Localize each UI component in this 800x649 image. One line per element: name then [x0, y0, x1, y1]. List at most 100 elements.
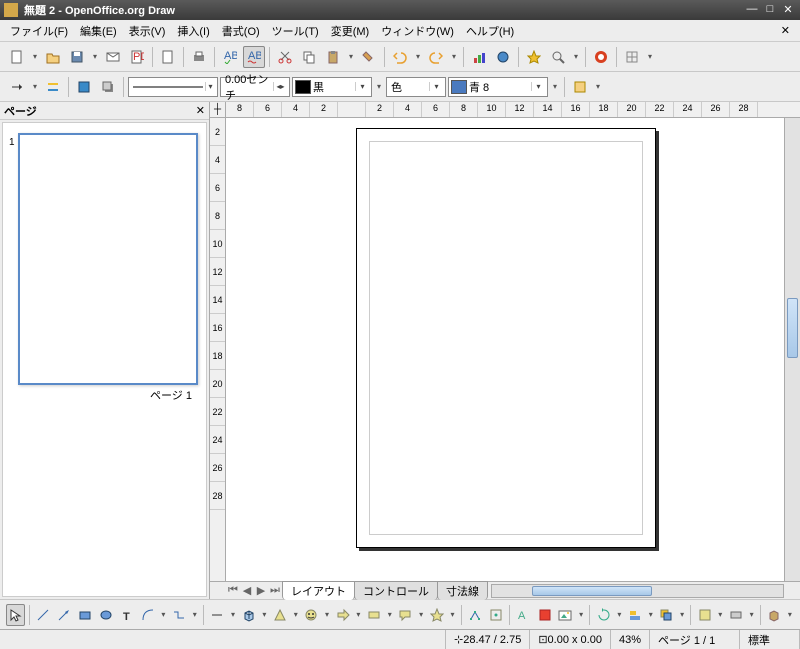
block-arrows-dropdown[interactable]: ▾	[354, 610, 362, 619]
navigator-button[interactable]	[523, 46, 545, 68]
drawing-canvas[interactable]	[226, 118, 784, 581]
spellcheck-button[interactable]: ABC	[219, 46, 241, 68]
text-tool[interactable]: T	[117, 604, 136, 626]
controls-button[interactable]	[727, 604, 746, 626]
stars-dropdown[interactable]: ▾	[448, 610, 456, 619]
3d-tool[interactable]	[239, 604, 258, 626]
zoom-button[interactable]	[547, 46, 569, 68]
email-button[interactable]	[102, 46, 124, 68]
print-button[interactable]	[188, 46, 210, 68]
gallery-dropdown[interactable]: ▾	[577, 610, 585, 619]
pdf-export-button[interactable]: PDF	[126, 46, 148, 68]
extrusion-tool[interactable]	[765, 604, 784, 626]
copy-button[interactable]	[298, 46, 320, 68]
chevron-down-icon[interactable]: ▾	[531, 82, 545, 91]
arrange-dropdown[interactable]: ▾	[678, 610, 686, 619]
flowchart-tool[interactable]	[365, 604, 384, 626]
save-button[interactable]	[66, 46, 88, 68]
flowchart-dropdown[interactable]: ▾	[386, 610, 394, 619]
tab-next-icon[interactable]: ▶	[254, 584, 268, 597]
status-zoom[interactable]: 43%	[611, 630, 650, 649]
status-mode[interactable]: 標準	[740, 630, 800, 649]
panel-close-icon[interactable]: ✕	[196, 104, 205, 117]
line-style-button[interactable]	[42, 76, 64, 98]
save-dropdown[interactable]: ▾	[90, 52, 100, 61]
zoom-dropdown[interactable]: ▾	[571, 52, 581, 61]
styles-button[interactable]	[569, 76, 591, 98]
format-paintbrush-button[interactable]	[358, 46, 380, 68]
menu-edit[interactable]: 編集(E)	[74, 21, 123, 41]
connector-tool[interactable]	[170, 604, 189, 626]
stars-tool[interactable]	[427, 604, 446, 626]
fill-style-button[interactable]	[73, 76, 95, 98]
connector-dropdown[interactable]: ▾	[191, 610, 199, 619]
grid-button[interactable]	[621, 46, 643, 68]
chevron-down-icon[interactable]: ▾	[355, 82, 369, 91]
controls-dropdown[interactable]: ▾	[747, 610, 755, 619]
from-file-tool[interactable]	[535, 604, 554, 626]
menu-window[interactable]: ウィンドウ(W)	[375, 21, 460, 41]
gluepoints-tool[interactable]	[486, 604, 505, 626]
arrow-style-button[interactable]	[6, 76, 28, 98]
horizontal-scrollbar[interactable]	[491, 584, 784, 598]
rectangle-tool[interactable]	[76, 604, 95, 626]
hyperlink-button[interactable]	[492, 46, 514, 68]
new-button[interactable]	[6, 46, 28, 68]
menu-help[interactable]: ヘルプ(H)	[460, 21, 520, 41]
insert-dropdown[interactable]: ▾	[716, 610, 724, 619]
symbol-shapes-tool[interactable]	[302, 604, 321, 626]
tab-first-icon[interactable]: ⏮	[226, 584, 240, 597]
chart-button[interactable]	[468, 46, 490, 68]
ruler-corner[interactable]: ┼	[210, 102, 226, 117]
line-width-combo[interactable]: 0.00センチ ◂▸	[220, 77, 290, 97]
align-dropdown[interactable]: ▾	[647, 610, 655, 619]
callouts-dropdown[interactable]: ▾	[417, 610, 425, 619]
close-button[interactable]: ✕	[780, 3, 796, 17]
new-dropdown[interactable]: ▾	[30, 52, 40, 61]
menubar-close-icon[interactable]: ✕	[775, 24, 796, 37]
tab-controls[interactable]: コントロール	[354, 581, 438, 600]
fill-type-combo[interactable]: 色 ▾	[386, 77, 446, 97]
redo-dropdown[interactable]: ▾	[449, 52, 459, 61]
maximize-button[interactable]: □	[762, 3, 778, 17]
open-button[interactable]	[42, 46, 64, 68]
3d-dropdown[interactable]: ▾	[260, 610, 268, 619]
undo-dropdown[interactable]: ▾	[413, 52, 423, 61]
tab-last-icon[interactable]: ⏭	[268, 584, 282, 597]
symbol-dropdown[interactable]: ▾	[323, 610, 331, 619]
page-thumbnail[interactable]	[18, 133, 198, 385]
line-tool[interactable]	[34, 604, 53, 626]
vertical-scrollbar[interactable]	[784, 118, 800, 581]
paste-button[interactable]	[322, 46, 344, 68]
menu-format[interactable]: 書式(O)	[216, 21, 266, 41]
chevron-down-icon[interactable]: ▾	[205, 82, 215, 91]
cut-button[interactable]	[274, 46, 296, 68]
menu-tools[interactable]: ツール(T)	[266, 21, 325, 41]
insert-button[interactable]	[695, 604, 714, 626]
minimize-button[interactable]: —	[744, 3, 760, 17]
tab-layout[interactable]: レイアウト	[282, 581, 355, 600]
tab-dimensions[interactable]: 寸法線	[437, 581, 488, 600]
menu-modify[interactable]: 変更(M)	[325, 21, 376, 41]
line-style-combo[interactable]: ▾	[128, 77, 218, 97]
scroll-thumb[interactable]	[787, 298, 798, 358]
menu-view[interactable]: 表示(V)	[123, 21, 172, 41]
menu-insert[interactable]: 挿入(I)	[171, 21, 215, 41]
basic-shapes-tool[interactable]	[271, 604, 290, 626]
ellipse-tool[interactable]	[96, 604, 115, 626]
line-color-picker-dropdown[interactable]: ▾	[374, 82, 384, 91]
rotate-tool[interactable]	[594, 604, 613, 626]
lines-arrows-tool[interactable]	[208, 604, 227, 626]
basic-shapes-dropdown[interactable]: ▾	[291, 610, 299, 619]
menu-file[interactable]: ファイル(F)	[4, 21, 74, 41]
curve-dropdown[interactable]: ▾	[159, 610, 167, 619]
redo-button[interactable]	[425, 46, 447, 68]
block-arrows-tool[interactable]	[333, 604, 352, 626]
rotate-dropdown[interactable]: ▾	[615, 610, 623, 619]
fill-color-combo[interactable]: 青 8 ▾	[448, 77, 548, 97]
page-surface[interactable]	[356, 128, 656, 548]
spinner-icon[interactable]: ◂▸	[273, 82, 287, 91]
toolbar-overflow[interactable]: ▾	[593, 82, 603, 91]
points-tool[interactable]	[466, 604, 485, 626]
toolbar-overflow[interactable]: ▾	[786, 610, 794, 619]
